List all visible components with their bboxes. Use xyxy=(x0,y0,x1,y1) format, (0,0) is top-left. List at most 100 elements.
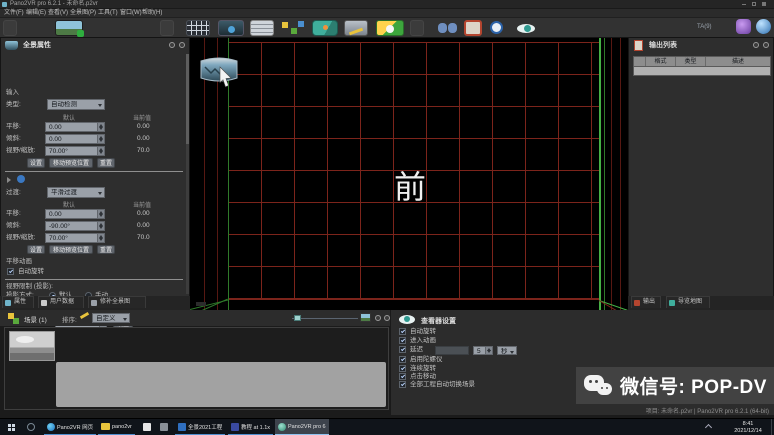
menu-help[interactable]: 帮助(H) xyxy=(142,9,162,18)
move-preview2-button[interactable]: 移动预览位置 xyxy=(49,245,93,254)
panorama-thumbnail-with-cursor[interactable] xyxy=(199,54,239,92)
taskbar-item-app[interactable] xyxy=(157,419,171,435)
remove-panorama-icon[interactable] xyxy=(160,20,174,36)
output-close-button[interactable] xyxy=(763,42,769,48)
taskbar-item-player[interactable]: 教程 at 1.1x xyxy=(228,419,274,435)
col-format[interactable]: 格式 xyxy=(646,57,676,66)
grid-right-edge-dim xyxy=(604,38,605,310)
column-current: 当前值 xyxy=(133,116,152,122)
face-label: 前 xyxy=(393,168,426,206)
tab-properties[interactable]: 属性 xyxy=(2,296,34,308)
new-project-icon[interactable] xyxy=(3,20,17,36)
panorama-preview-icon[interactable] xyxy=(218,20,244,36)
col-type[interactable]: 类型 xyxy=(676,57,706,66)
tour-browser-icon[interactable] xyxy=(280,20,306,36)
tab-user-data[interactable]: 用户数据 xyxy=(38,296,84,308)
show-desktop-button[interactable] xyxy=(771,419,772,435)
menu-tools[interactable]: 工具(T) xyxy=(98,9,118,18)
user-data-icon[interactable] xyxy=(250,20,274,36)
reset-view-button[interactable]: 重置 xyxy=(97,158,115,168)
expander-caret-icon[interactable] xyxy=(7,177,11,183)
patch-input-icon[interactable] xyxy=(344,20,368,36)
autorotate-checkbox[interactable] xyxy=(7,268,14,275)
tilt-field[interactable]: 0.00 xyxy=(45,134,105,144)
close-button[interactable] xyxy=(762,2,766,6)
output-float-button[interactable] xyxy=(753,42,759,48)
slider-handle[interactable] xyxy=(294,315,301,321)
start-button[interactable] xyxy=(2,419,22,435)
menu-window[interactable]: 窗口(W) xyxy=(120,9,142,18)
add-panorama-icon[interactable] xyxy=(55,20,84,37)
fov2-label: 视野/缩放: xyxy=(6,234,36,241)
tray-chevron-icon[interactable] xyxy=(704,423,713,432)
set-view-button[interactable]: 设置 xyxy=(27,158,45,168)
taskbar-item-project[interactable]: 全景2021工程 xyxy=(175,419,226,435)
thumb-size-icon xyxy=(360,313,371,322)
project-notes-icon[interactable] xyxy=(464,20,482,36)
pan2-field[interactable]: 0.00 xyxy=(45,209,105,219)
tour-map-icon[interactable] xyxy=(312,20,338,36)
home-icon xyxy=(5,300,11,306)
edit-pencil-icon[interactable] xyxy=(79,311,90,320)
tab-tour-map[interactable]: 导览地图 xyxy=(666,296,710,308)
menu-edit[interactable]: 编辑(E) xyxy=(26,9,46,18)
col-desc[interactable]: 描述 xyxy=(706,57,770,66)
info-icon[interactable] xyxy=(17,175,25,183)
output-panel: 输出列表 格式 类型 描述 xyxy=(628,38,774,296)
check-gyro[interactable] xyxy=(399,356,406,363)
check-click-move[interactable] xyxy=(399,373,406,380)
scene-thumbnail[interactable] xyxy=(9,331,55,361)
browser-float-button[interactable] xyxy=(375,315,381,321)
pan2-current: 0.00 xyxy=(137,210,150,217)
check-continuous[interactable] xyxy=(399,365,406,372)
minimize-button[interactable] xyxy=(742,4,746,5)
panorama-viewport[interactable]: 前 xyxy=(190,38,628,310)
assistant-badge-icon[interactable] xyxy=(736,19,751,34)
input-type-dropdown[interactable]: 自动检测 xyxy=(47,99,105,110)
maximize-button[interactable] xyxy=(752,2,756,6)
app-icon xyxy=(2,2,7,7)
tab-output[interactable]: 输出 xyxy=(631,296,661,308)
taskbar-item-pano2vr[interactable]: Pano2VR pro 6 xyxy=(275,419,329,435)
menu-view[interactable]: 查看(V) xyxy=(48,9,68,18)
patch-icon xyxy=(91,300,97,306)
search-button[interactable] xyxy=(24,419,38,435)
right-dock-tabs: 输出 导览地图 xyxy=(628,296,774,310)
main-toolbar: TA(9) xyxy=(0,18,774,38)
set-view2-button[interactable]: 设置 xyxy=(27,245,45,254)
transition-dropdown[interactable]: 平滑过渡 xyxy=(47,187,105,198)
menu-file[interactable]: 文件(F) xyxy=(4,9,24,18)
delay-value-spinner[interactable]: 5 xyxy=(473,346,493,355)
check-auto-switch[interactable] xyxy=(399,381,406,388)
panel-scrollbar[interactable] xyxy=(186,54,189,294)
panel-float-button[interactable] xyxy=(169,42,175,48)
tour-browser-list[interactable] xyxy=(4,327,389,410)
table-row[interactable] xyxy=(633,67,771,76)
panel-close-button[interactable] xyxy=(179,42,185,48)
settings-orb-icon[interactable] xyxy=(756,19,771,34)
undo-icon[interactable] xyxy=(410,20,424,36)
reset-view2-button[interactable]: 重置 xyxy=(97,245,115,254)
taskbar-item-edge[interactable]: Pano2VR 网页 xyxy=(44,419,97,435)
viewer-simulation-icon[interactable] xyxy=(514,20,540,36)
thumb-size-slider[interactable] xyxy=(292,318,358,319)
tilt2-field[interactable]: -90.00° xyxy=(45,221,105,231)
taskbar-item-store[interactable] xyxy=(140,419,154,435)
tab-patch[interactable]: 修补全景图 xyxy=(88,296,146,308)
delay-unit-dropdown[interactable]: 秒 xyxy=(497,346,517,355)
menu-panorama[interactable]: 全景图(P) xyxy=(70,9,96,18)
time-machine-icon[interactable] xyxy=(488,20,508,36)
find-panoramas-icon[interactable] xyxy=(436,20,460,36)
check-delay[interactable] xyxy=(399,346,406,353)
check-autorotate[interactable] xyxy=(399,328,406,335)
tray-clock[interactable]: 8:41 2021/12/14 xyxy=(726,421,770,434)
sort-dropdown[interactable]: 自定义 xyxy=(92,313,130,323)
taskbar-item-folder[interactable]: pano2vr xyxy=(98,419,135,435)
check-enter-animation[interactable] xyxy=(399,337,406,344)
fov2-field[interactable]: 70.00° xyxy=(45,233,105,243)
move-preview-button[interactable]: 移动预览位置 xyxy=(49,158,93,168)
pan-field[interactable]: 0.00 xyxy=(45,122,105,132)
web-output-icon[interactable] xyxy=(376,20,404,36)
fov-field[interactable]: 70.00° xyxy=(45,146,105,156)
properties-icon[interactable] xyxy=(186,20,210,36)
